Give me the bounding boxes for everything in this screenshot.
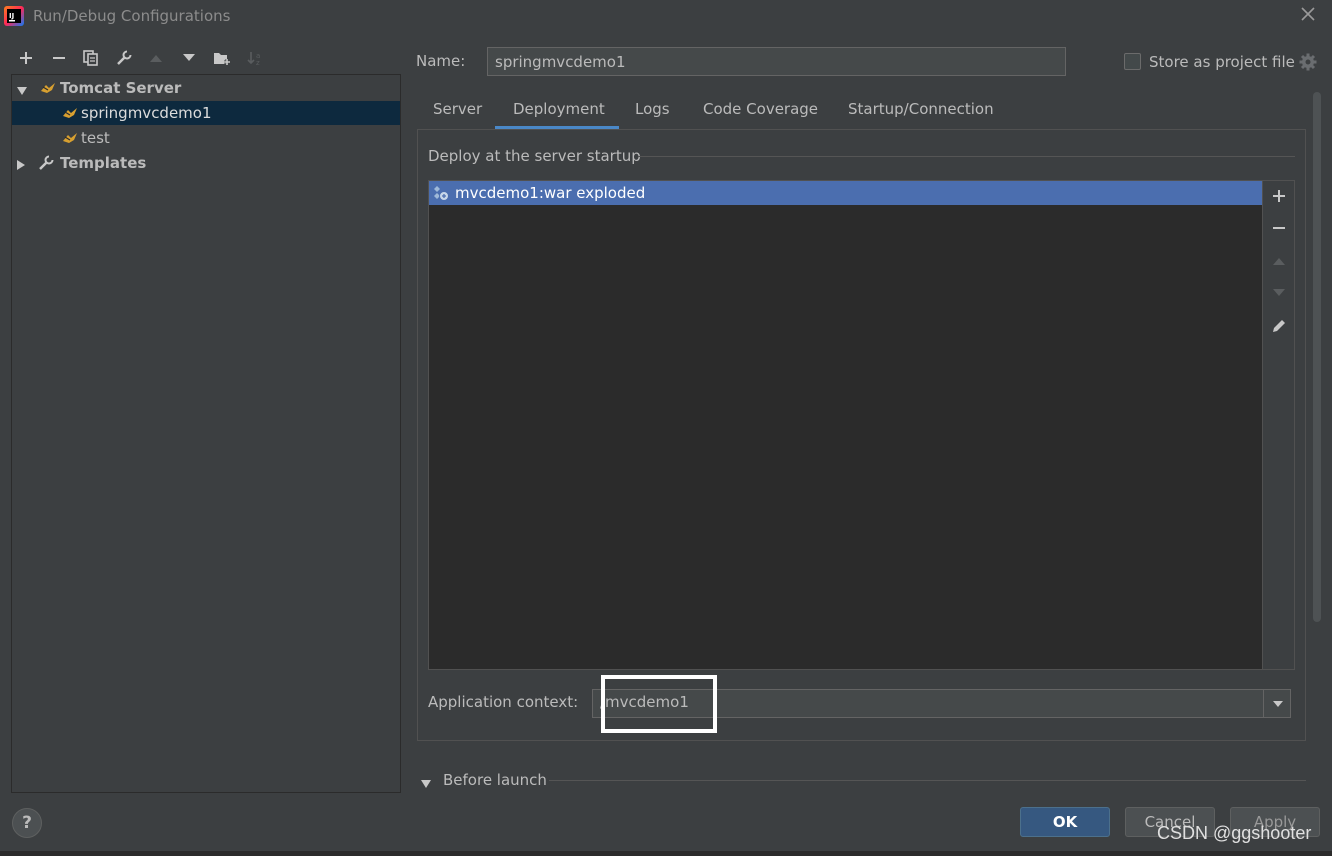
tomcat-icon <box>62 131 78 149</box>
section-divider <box>638 156 1295 157</box>
list-item[interactable]: mvcdemo1:war exploded <box>429 181 1262 205</box>
copy-icon[interactable] <box>80 47 102 69</box>
tree-node-tomcat-server[interactable]: Tomcat Server <box>12 76 400 100</box>
add-artifact-icon[interactable] <box>1268 185 1290 207</box>
intellij-logo-icon: IJ <box>4 6 24 26</box>
tab-startup-connection[interactable]: Startup/Connection <box>848 100 994 130</box>
svg-text:z: z <box>256 59 260 66</box>
tree-label: Tomcat Server <box>60 79 182 97</box>
watermark-text: CSDN @ggshooter <box>1157 823 1312 843</box>
annotation-highlight-box <box>601 675 717 733</box>
help-button[interactable]: ? <box>12 808 42 838</box>
move-up-icon <box>1268 250 1290 272</box>
tree-label: springmvcdemo1 <box>81 104 212 122</box>
collapse-arrow-icon[interactable] <box>16 157 26 175</box>
chevron-down-icon[interactable] <box>1263 689 1291 718</box>
deploy-artifacts-list[interactable] <box>428 180 1263 670</box>
tomcat-icon <box>62 106 78 124</box>
expand-arrow-icon[interactable] <box>420 775 432 793</box>
name-label: Name: <box>416 52 466 70</box>
move-down-icon[interactable] <box>178 47 200 69</box>
close-icon[interactable] <box>1296 4 1320 28</box>
window-bottom-edge <box>0 851 1332 856</box>
tree-label: test <box>81 129 110 147</box>
wrench-icon[interactable] <box>113 47 135 69</box>
artifact-icon <box>432 184 450 202</box>
tab-server[interactable]: Server <box>433 100 482 130</box>
tomcat-icon <box>40 81 56 99</box>
name-input[interactable] <box>487 47 1066 76</box>
store-as-project-file-label[interactable]: Store as project file <box>1149 53 1295 71</box>
tree-label: Templates <box>60 154 147 172</box>
deploy-section-title: Deploy at the server startup <box>428 147 641 165</box>
scrollbar[interactable] <box>1313 92 1321 622</box>
sort-icon: az <box>244 47 266 69</box>
gear-icon[interactable] <box>1299 53 1317 71</box>
window-title: Run/Debug Configurations <box>33 7 231 25</box>
tab-code-coverage[interactable]: Code Coverage <box>703 100 818 130</box>
before-launch-label[interactable]: Before launch <box>443 771 547 789</box>
configuration-tree: Tomcat Server springmvcdemo1 test Templa… <box>11 74 401 793</box>
store-as-project-file-checkbox[interactable] <box>1124 53 1141 70</box>
svg-text:IJ: IJ <box>9 12 14 20</box>
edit-pencil-icon[interactable] <box>1268 315 1290 337</box>
remove-artifact-icon[interactable] <box>1268 217 1290 239</box>
section-divider <box>549 780 1306 781</box>
move-up-icon <box>145 47 167 69</box>
remove-icon[interactable] <box>48 47 70 69</box>
ok-button[interactable]: OK <box>1020 807 1110 837</box>
add-icon[interactable] <box>15 47 37 69</box>
expand-arrow-icon[interactable] <box>16 82 28 100</box>
tree-node-test[interactable]: test <box>12 126 400 150</box>
move-down-icon <box>1268 282 1290 304</box>
tree-node-templates[interactable]: Templates <box>12 151 400 175</box>
new-folder-icon[interactable] <box>211 47 233 69</box>
wrench-icon <box>38 155 54 175</box>
application-context-label: Application context: <box>428 693 579 711</box>
artifact-label: mvcdemo1:war exploded <box>455 184 646 202</box>
tree-node-springmvcdemo1[interactable]: springmvcdemo1 <box>12 101 400 125</box>
tab-logs[interactable]: Logs <box>635 100 670 130</box>
